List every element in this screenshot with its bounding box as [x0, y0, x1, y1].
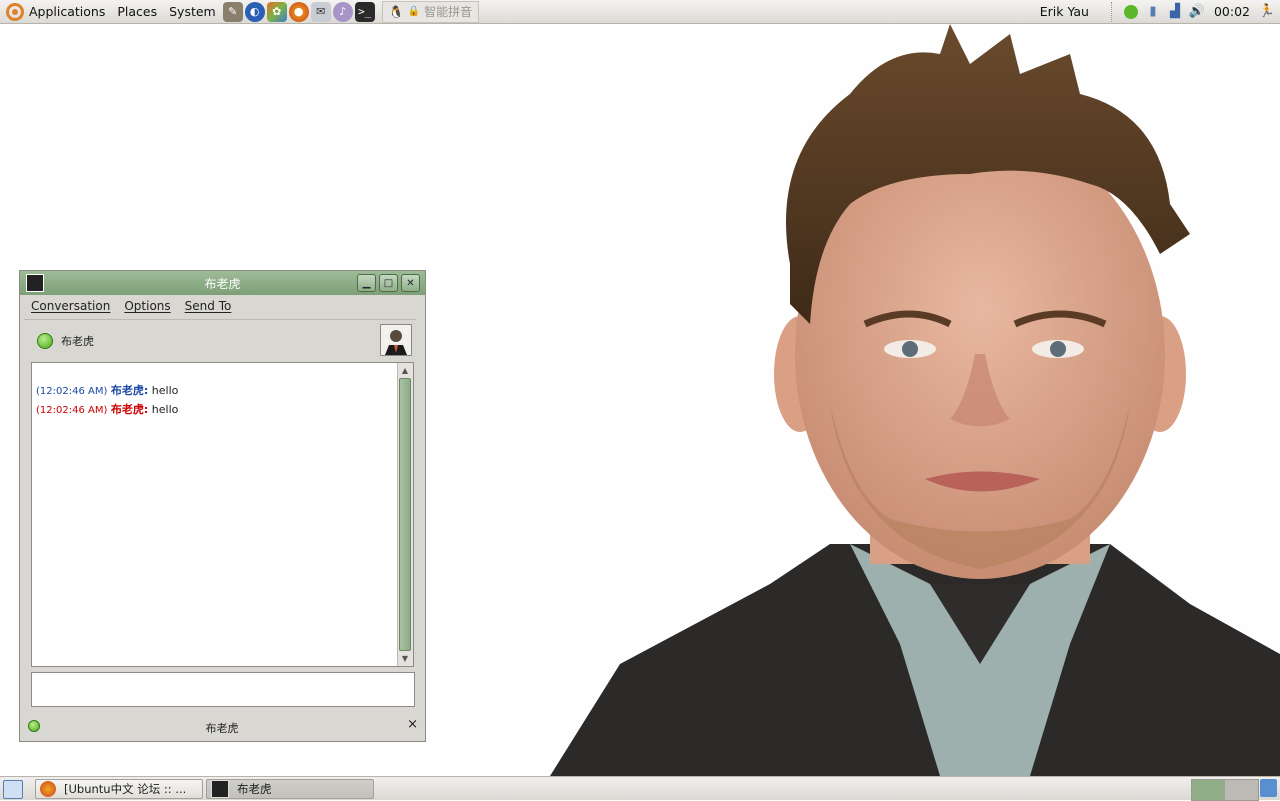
- workspace-2[interactable]: [1225, 780, 1258, 800]
- message-sender: 布老虎:: [110, 384, 149, 397]
- ime-indicator[interactable]: 🐧 🔒 智能拼音: [381, 0, 480, 23]
- chat-menubar: Conversation Options Send To: [20, 295, 425, 317]
- message-sender: 布老虎:: [110, 403, 149, 416]
- places-label: Places: [117, 4, 158, 19]
- user-name[interactable]: Erik Yau: [1040, 4, 1089, 19]
- show-desktop-icon[interactable]: [3, 780, 23, 799]
- desktop-wallpaper-photo: [470, 24, 1280, 776]
- buddy-name: 布老虎: [61, 335, 94, 348]
- chat-window: 布老虎 ▁ □ ✕ Conversation Options Send To 布…: [19, 270, 426, 742]
- message-line: (12:02:46 AM) 布老虎: hello: [36, 401, 178, 417]
- firefox-icon[interactable]: ●: [288, 1, 309, 22]
- workspace-switcher[interactable]: [1191, 779, 1259, 801]
- maximize-button[interactable]: □: [379, 274, 398, 292]
- workspace-1[interactable]: [1192, 780, 1225, 800]
- system-label: System: [169, 4, 216, 19]
- message-timestamp: (12:02:46 AM): [36, 405, 108, 416]
- taskbar-item-firefox[interactable]: [Ubuntu中文 论坛 :: ...: [35, 779, 203, 799]
- clock[interactable]: 00:02: [1214, 4, 1250, 19]
- buddy-avatar[interactable]: [380, 324, 412, 356]
- system-tray: Erik Yau ▮ ▟ 🔊 00:02 🏃: [1040, 1, 1280, 22]
- trash-icon[interactable]: [1260, 779, 1277, 797]
- menu-options[interactable]: Options: [124, 299, 170, 313]
- scroll-thumb[interactable]: [399, 378, 411, 651]
- pidgin-status-icon[interactable]: [1122, 3, 1140, 21]
- task-label: 布老虎: [237, 782, 272, 796]
- mail-icon[interactable]: ✉: [310, 1, 331, 22]
- logout-icon[interactable]: 🏃: [1258, 3, 1276, 21]
- message-history[interactable]: (12:02:46 AM) 布老虎: hello (12:02:46 AM) 布…: [31, 362, 414, 667]
- pidgin-icon[interactable]: ♪: [332, 1, 353, 22]
- message-text: hello: [151, 403, 179, 416]
- volume-icon[interactable]: 🔊: [1188, 3, 1206, 21]
- places-menu[interactable]: Places: [111, 0, 163, 24]
- message-input[interactable]: [31, 672, 415, 707]
- web-browser-icon[interactable]: ◐: [244, 1, 265, 22]
- ime-label: 智能拼音: [424, 5, 473, 19]
- available-status-icon: [37, 333, 53, 349]
- network-icon[interactable]: ▟: [1166, 3, 1184, 21]
- applications-label: Applications: [29, 4, 106, 19]
- menu-send-to[interactable]: Send To: [185, 299, 232, 313]
- minimize-button[interactable]: ▁: [357, 274, 376, 292]
- ubuntu-logo-icon: [6, 2, 24, 21]
- conversation-tab[interactable]: 布老虎 ×: [24, 715, 420, 739]
- applications-menu[interactable]: Applications: [0, 0, 111, 24]
- message-line: (12:02:46 AM) 布老虎: hello: [36, 382, 178, 398]
- message-timestamp: (12:02:46 AM): [36, 386, 108, 397]
- close-tab-icon[interactable]: ×: [407, 717, 418, 732]
- chat-avatar-icon: [211, 780, 229, 798]
- tray-separator: [1110, 1, 1114, 22]
- lock-icon: 🔒: [407, 6, 421, 17]
- menu-conversation[interactable]: Conversation: [31, 299, 110, 313]
- system-menu[interactable]: System: [163, 0, 222, 24]
- bottom-panel: [Ubuntu中文 论坛 :: ... 布老虎: [0, 776, 1280, 801]
- scroll-down-icon[interactable]: ▼: [399, 652, 411, 665]
- graphics-icon[interactable]: ✿: [266, 1, 287, 22]
- taskbar-item-chat[interactable]: 布老虎: [206, 779, 374, 799]
- close-button[interactable]: ✕: [401, 274, 420, 292]
- firefox-icon: [40, 781, 56, 797]
- penguin-icon: 🐧: [388, 4, 404, 19]
- clipboard-icon[interactable]: ▮: [1144, 3, 1162, 21]
- terminal-icon[interactable]: >_: [354, 1, 375, 22]
- message-text: hello: [151, 384, 179, 397]
- scroll-up-icon[interactable]: ▲: [399, 364, 411, 377]
- portrait-image: [550, 24, 1280, 776]
- buddy-header: 布老虎: [24, 319, 416, 362]
- top-panel: Applications Places System ✎ ◐ ✿ ● ✉ ♪ >…: [0, 0, 1280, 24]
- tab-label: 布老虎: [205, 722, 239, 735]
- task-label: [Ubuntu中文 论坛 :: ...: [64, 782, 187, 796]
- history-scrollbar[interactable]: ▲ ▼: [397, 363, 413, 666]
- window-titlebar[interactable]: 布老虎 ▁ □ ✕: [20, 271, 425, 295]
- gimp-icon[interactable]: ✎: [222, 1, 243, 22]
